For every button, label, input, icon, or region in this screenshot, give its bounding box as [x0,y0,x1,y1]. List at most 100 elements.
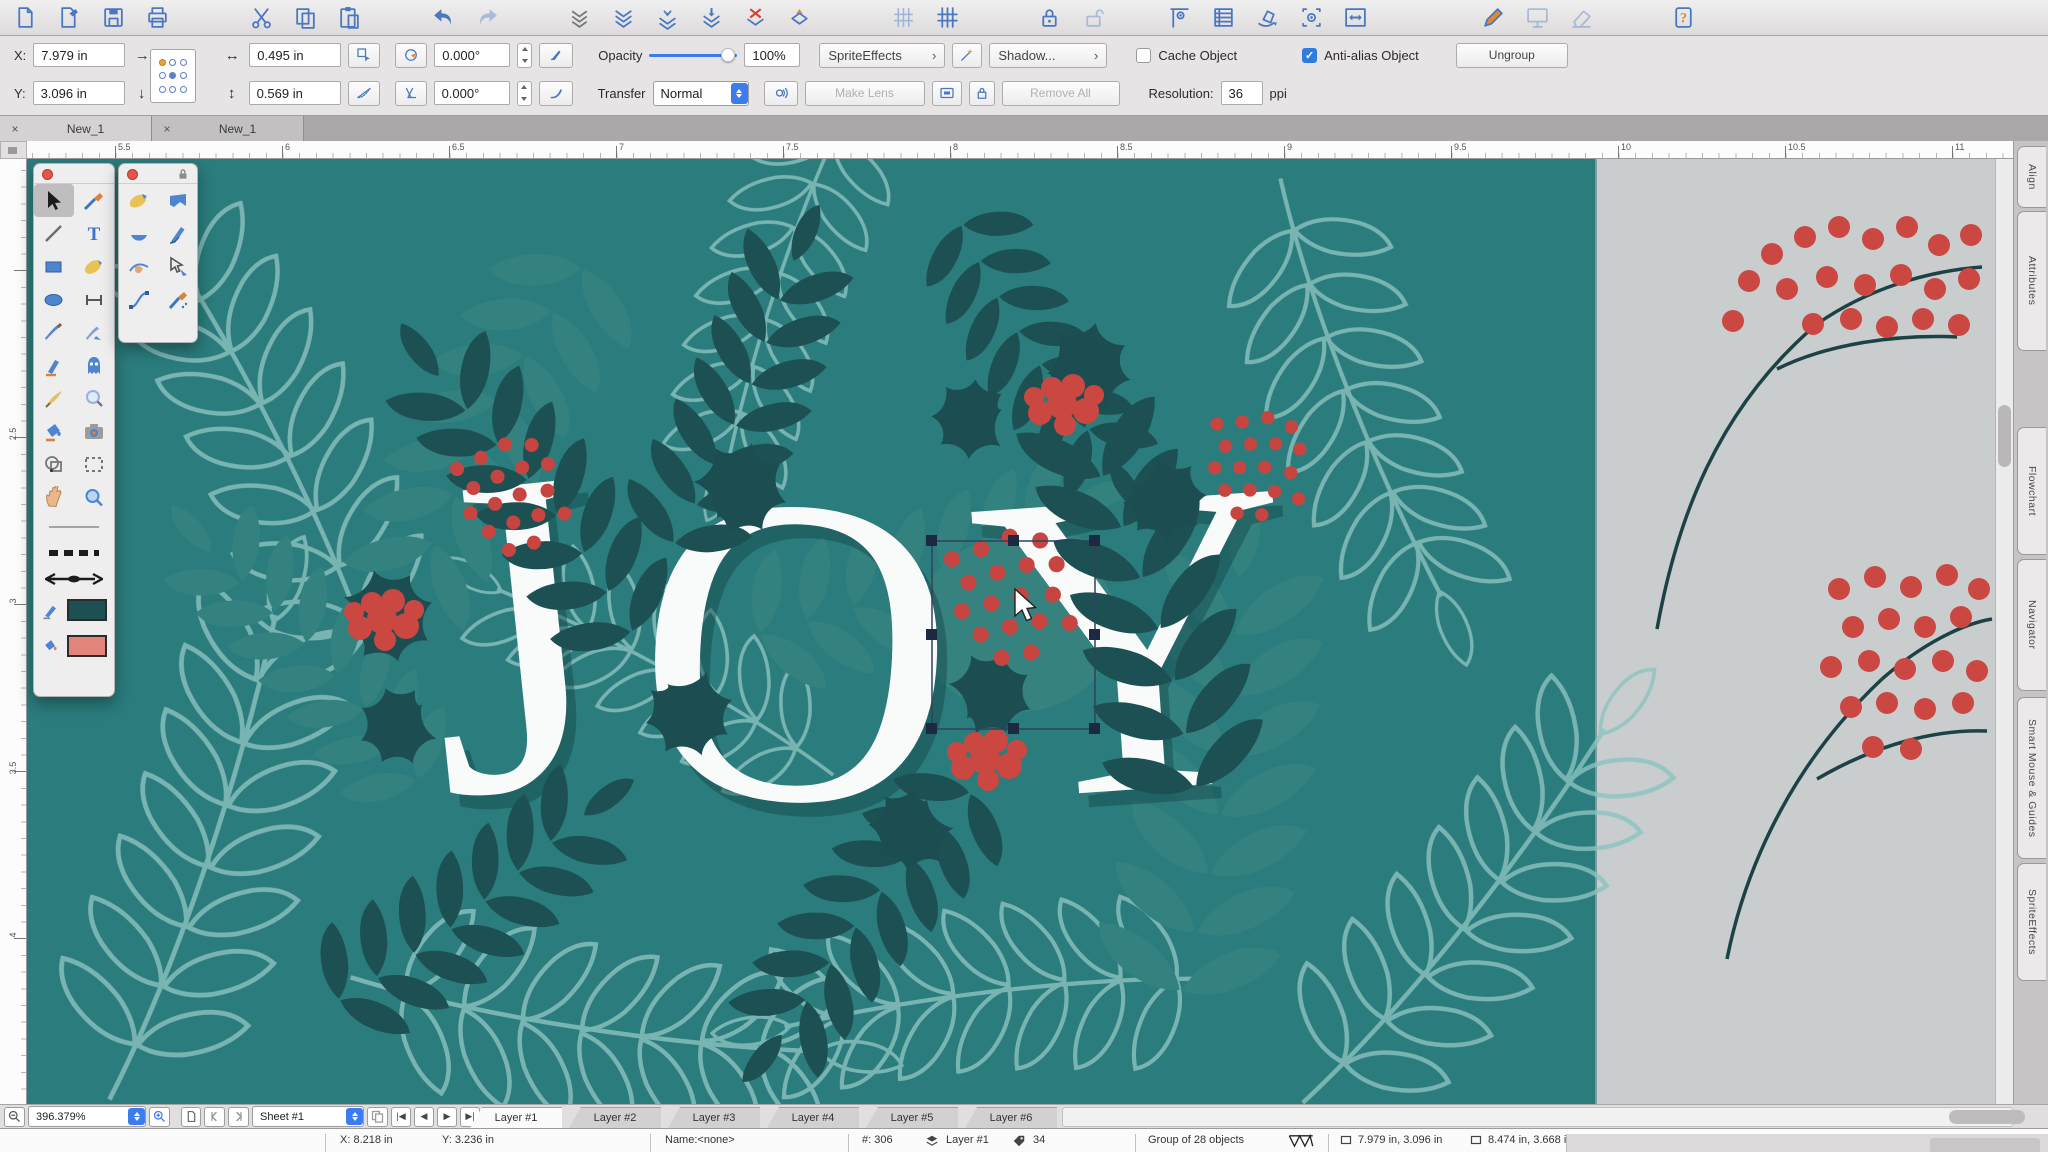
pencil-tool[interactable] [158,217,197,250]
camera-tool[interactable] [74,415,114,448]
wand-button[interactable] [952,43,982,68]
airbrush-tool[interactable] [158,283,197,316]
save-icon[interactable] [100,4,127,31]
dropdown-stepper-icon[interactable] [346,1108,363,1125]
scalpel-tool[interactable] [74,316,114,349]
previous-page-button[interactable]: ◀ [414,1107,434,1127]
line-tool[interactable] [34,217,74,250]
canvas-area[interactable]: J O Y J O Y [27,159,1995,1104]
new-sheet-button[interactable] [181,1107,201,1127]
select-tool[interactable] [34,184,74,217]
lens-lock-button[interactable] [969,81,995,106]
print-icon[interactable] [144,4,171,31]
palette-tab-smart-mouse-guides[interactable]: Smart Mouse & Guides [2017,697,2046,859]
show-grid-icon[interactable] [890,4,917,31]
cache-object-checkbox[interactable]: Cache Object [1136,48,1237,63]
layer-tab-1[interactable]: Layer #1 [470,1107,562,1128]
arc-tool[interactable] [119,217,158,250]
redo-icon[interactable] [474,4,501,31]
handle-bottom-left[interactable] [926,723,937,734]
rotate-handle-button[interactable] [539,43,573,68]
marquee-tool[interactable] [74,448,114,481]
stroke-color-swatch[interactable] [67,599,107,621]
unlock-object-icon[interactable] [1080,4,1107,31]
zoom-level-select[interactable]: 396.379% [28,1106,146,1127]
sprite-ghost-tool[interactable] [74,349,114,382]
vertical-scrollbar-thumb[interactable] [1998,405,2011,467]
arrange-bring-to-front-icon[interactable] [786,4,813,31]
registration-point-icon[interactable] [1298,4,1325,31]
ellipse-tool[interactable] [34,283,74,316]
remove-all-button[interactable]: Remove All [1002,81,1120,106]
rotation-stepper[interactable] [517,43,532,68]
transfer-select[interactable]: Normal [653,81,749,106]
checkbox-box-checked[interactable]: ✓ [1302,48,1317,63]
layer-tab-4[interactable]: Layer #4 [767,1107,859,1128]
close-dot-icon[interactable] [127,169,138,180]
document-tab-1[interactable]: × New_1 [0,116,152,141]
knife-tool[interactable] [34,316,74,349]
text-tool[interactable]: T [74,217,114,250]
arrow-endings-selector[interactable] [34,566,114,592]
resolution-input[interactable]: 36 [1221,81,1263,105]
open-document-icon[interactable] [56,4,83,31]
handle-bottom-mid[interactable] [1008,723,1019,734]
paintbrush-tool[interactable] [74,184,114,217]
resize-grip[interactable] [1930,1138,2040,1152]
rotation-input[interactable]: 0.000° [434,43,510,67]
rotate-object-icon[interactable] [1254,4,1281,31]
path-select-tool[interactable] [158,250,197,283]
vertical-scrollbar[interactable] [1995,159,2013,1104]
layer-tab-6[interactable]: Layer #6 [965,1107,1057,1128]
rotate-button[interactable] [395,43,427,68]
fill-color-well[interactable] [34,628,114,664]
paste-icon[interactable] [336,4,363,31]
zoom-in-button[interactable] [149,1107,170,1127]
handle-top-left[interactable] [926,535,937,546]
layer-tab-5[interactable]: Layer #5 [866,1107,958,1128]
help-icon[interactable]: ? [1670,4,1697,31]
palette-tab-flowchart[interactable]: Flowchart [2017,427,2046,555]
blob-brush-tool[interactable] [119,184,158,217]
polygon-tool[interactable] [158,184,197,217]
close-tab-icon[interactable]: × [160,122,174,136]
curve-edit-tool[interactable] [119,250,158,283]
layer-tab-3[interactable]: Layer #3 [668,1107,760,1128]
arrange-move-below-icon[interactable] [654,4,681,31]
zoom-out-button[interactable] [4,1107,25,1127]
handle-bottom-right[interactable] [1089,723,1100,734]
y-input[interactable]: 3.096 in [33,81,125,105]
first-page-button[interactable]: |◀ [391,1107,411,1127]
next-sheet-button[interactable] [228,1107,249,1127]
handle-mid-right[interactable] [1089,629,1100,640]
new-document-icon[interactable] [12,4,39,31]
vertical-ruler[interactable]: 2.5 3 3.5 4 [0,159,27,1104]
toolbox-palette[interactable]: T [33,163,115,697]
opacity-input[interactable]: 100% [744,43,800,67]
copy-icon[interactable] [292,4,319,31]
sheet-select[interactable]: Sheet #1 [252,1106,364,1127]
secondary-toolbox-palette[interactable] [118,163,198,343]
arrange-bring-forward-icon[interactable] [742,4,769,31]
skew-options-button[interactable] [348,81,380,106]
height-input[interactable]: 0.569 in [249,81,341,105]
anchor-point-selector[interactable] [150,49,196,103]
handle-mid-left[interactable] [926,629,937,640]
canvas-artwork[interactable]: J O Y J O Y [27,159,1995,1104]
undo-icon[interactable] [430,4,457,31]
stroke-color-well[interactable] [34,592,114,628]
close-dot-icon[interactable] [42,169,53,180]
horizontal-ruler[interactable]: 5.5 6 6.5 7 7.5 8 8.5 9 9.5 10 10.5 11 [27,141,2013,159]
x-input[interactable]: 7.979 in [33,43,125,67]
edit-pen-icon[interactable] [1480,4,1507,31]
arrange-send-to-back-icon[interactable] [566,4,593,31]
checkbox-box[interactable] [1136,48,1151,63]
duplicate-sheet-button[interactable] [367,1107,388,1127]
make-lens-button[interactable]: Make Lens [805,81,925,106]
cut-icon[interactable] [248,4,275,31]
next-page-button[interactable]: ▶ [437,1107,457,1127]
lock-object-icon[interactable] [1036,4,1063,31]
bezier-tool[interactable] [119,283,158,316]
ungroup-button[interactable]: Ungroup [1456,43,1568,68]
stroke-width-preview[interactable] [34,514,114,540]
